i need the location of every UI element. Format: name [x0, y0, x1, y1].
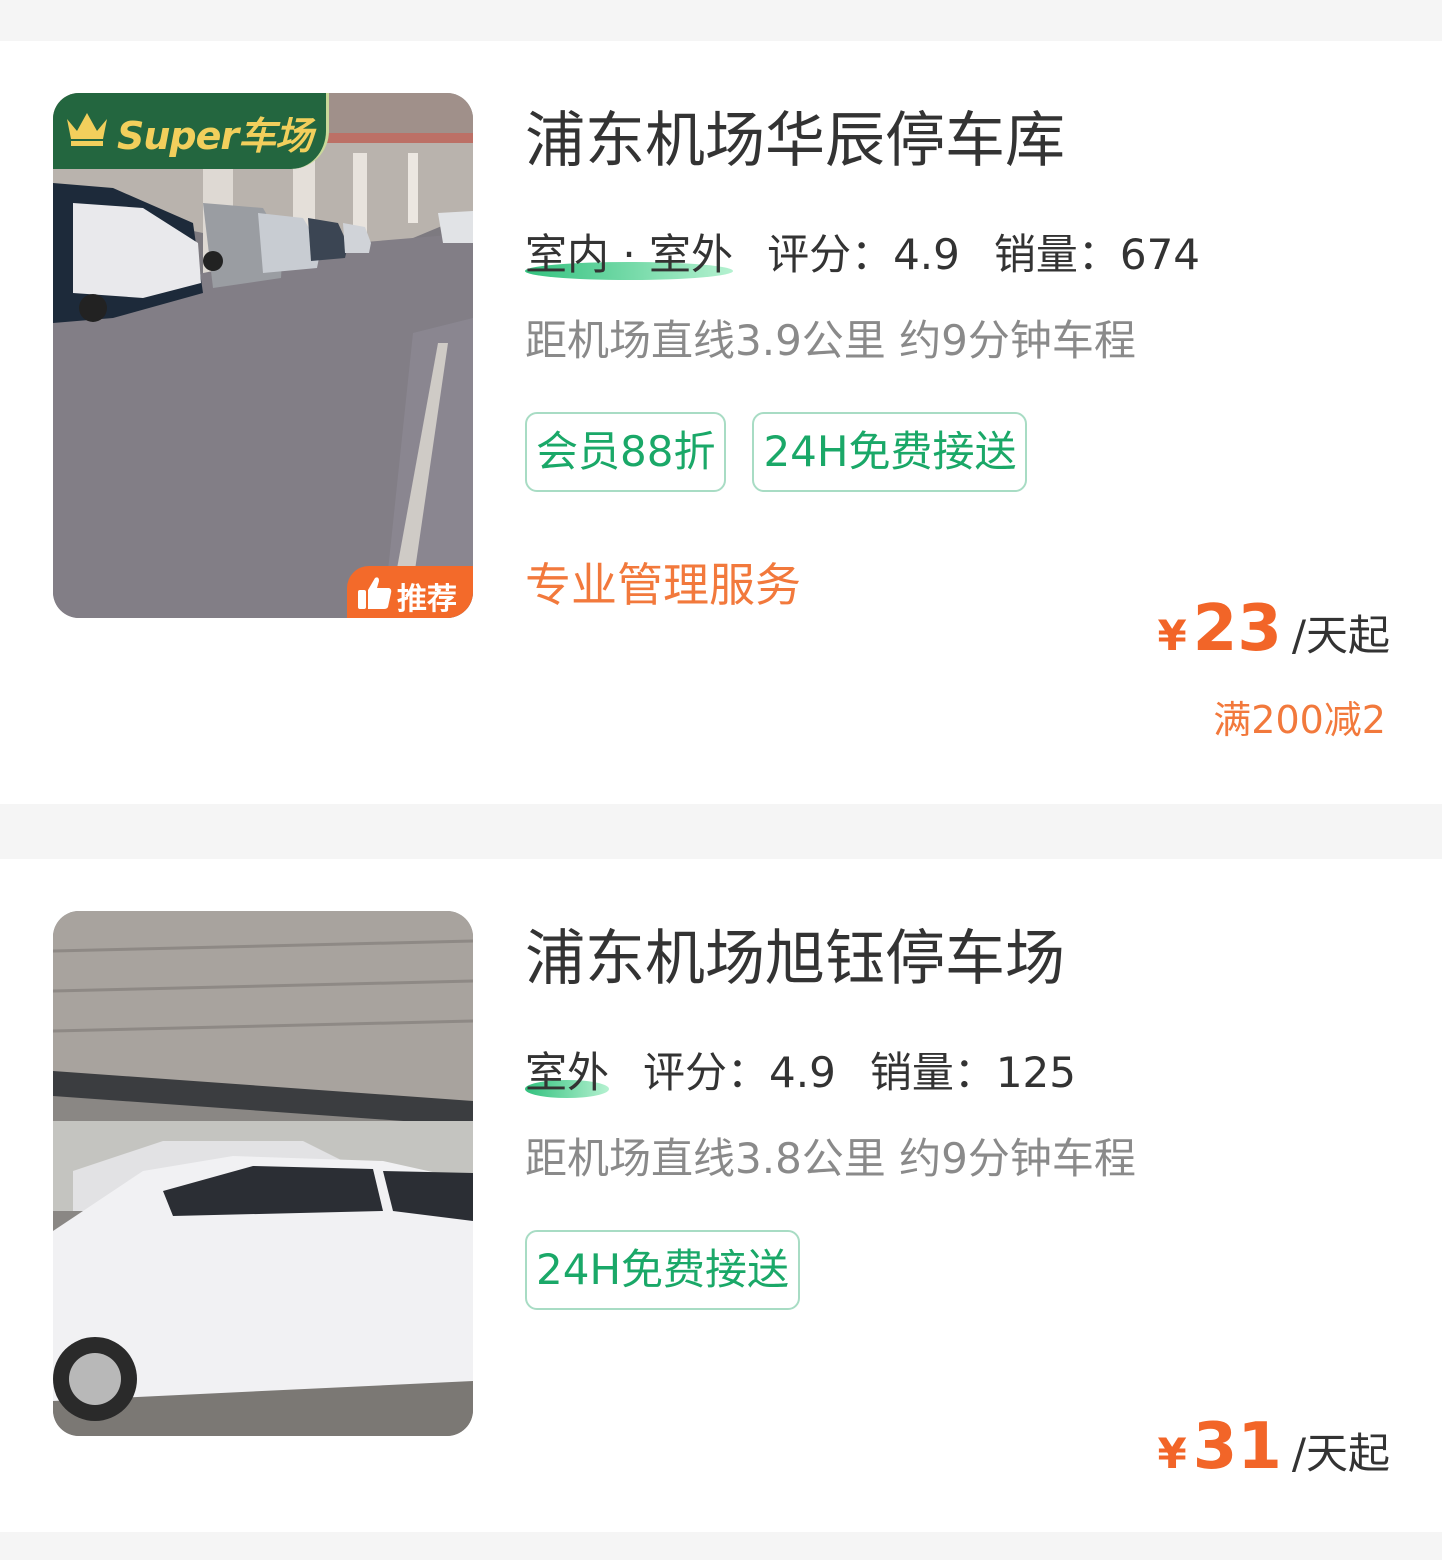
rating: 评分：4.9 [643, 1048, 836, 1097]
super-lot-badge: Super车场 [53, 93, 329, 169]
outdoor-carport-photo [53, 911, 473, 1436]
price: ¥31/天起 [1158, 1415, 1390, 1479]
rating: 评分：4.9 [767, 230, 960, 279]
lot-title[interactable]: 浦东机场华辰停车库 [525, 111, 1065, 171]
price-unit: /天起 [1291, 611, 1390, 660]
price-amount: 31 [1192, 1410, 1282, 1484]
parking-lot-photo[interactable]: Super车场 推荐 [53, 93, 473, 618]
recommend-badge-label: 推荐 [397, 582, 457, 617]
price: ¥23/天起 [1158, 597, 1390, 661]
service-label: 专业管理服务 [525, 558, 801, 612]
crown-icon [67, 113, 107, 146]
currency-symbol: ¥ [1157, 611, 1187, 660]
environment-label: 室外 [525, 1052, 610, 1098]
super-badge-label: Super车场 [117, 114, 313, 158]
sales-count: 销量：125 [869, 1048, 1076, 1097]
lot-meta: 室外 评分：4.9 销量：125 [525, 1048, 1110, 1098]
sales-count: 销量：674 [993, 230, 1201, 279]
tag-list: 会员88折 24H免费接送 [525, 412, 1053, 492]
price-amount: 23 [1192, 592, 1282, 666]
lot-title[interactable]: 浦东机场旭钰停车场 [525, 929, 1065, 989]
environment-label: 室内 · 室外 [525, 234, 734, 280]
tag-member-discount: 会员88折 [525, 412, 727, 492]
distance-info: 距机场直线3.9公里 约9分钟车程 [525, 316, 1136, 365]
recommend-badge: 推荐 [347, 566, 473, 618]
tag-free-shuttle: 24H免费接送 [752, 412, 1028, 492]
tag-free-shuttle: 24H免费接送 [525, 1230, 801, 1310]
price-unit: /天起 [1291, 1429, 1390, 1478]
distance-info: 距机场直线3.8公里 约9分钟车程 [525, 1134, 1136, 1183]
tag-list: 24H免费接送 [525, 1230, 826, 1310]
lot-meta: 室内 · 室外 评分：4.9 销量：674 [525, 230, 1234, 280]
environment-text: 室外 [525, 1048, 610, 1097]
parking-lot-photo[interactable] [53, 911, 473, 1436]
environment-text: 室内 · 室外 [525, 230, 734, 279]
thumbs-up-icon [358, 577, 392, 609]
currency-symbol: ¥ [1157, 1429, 1187, 1478]
parking-lot-card[interactable]: Super车场 推荐 浦东机场华辰停车库 室内 · 室外 评分：4.9 销量：67… [0, 41, 1442, 804]
promo-label: 满200减2 [1213, 698, 1386, 742]
parking-lot-card[interactable]: 浦东机场旭钰停车场 室外 评分：4.9 销量：125 距机场直线3.8公里 约9分… [0, 859, 1442, 1532]
indoor-garage-photo [53, 93, 473, 618]
